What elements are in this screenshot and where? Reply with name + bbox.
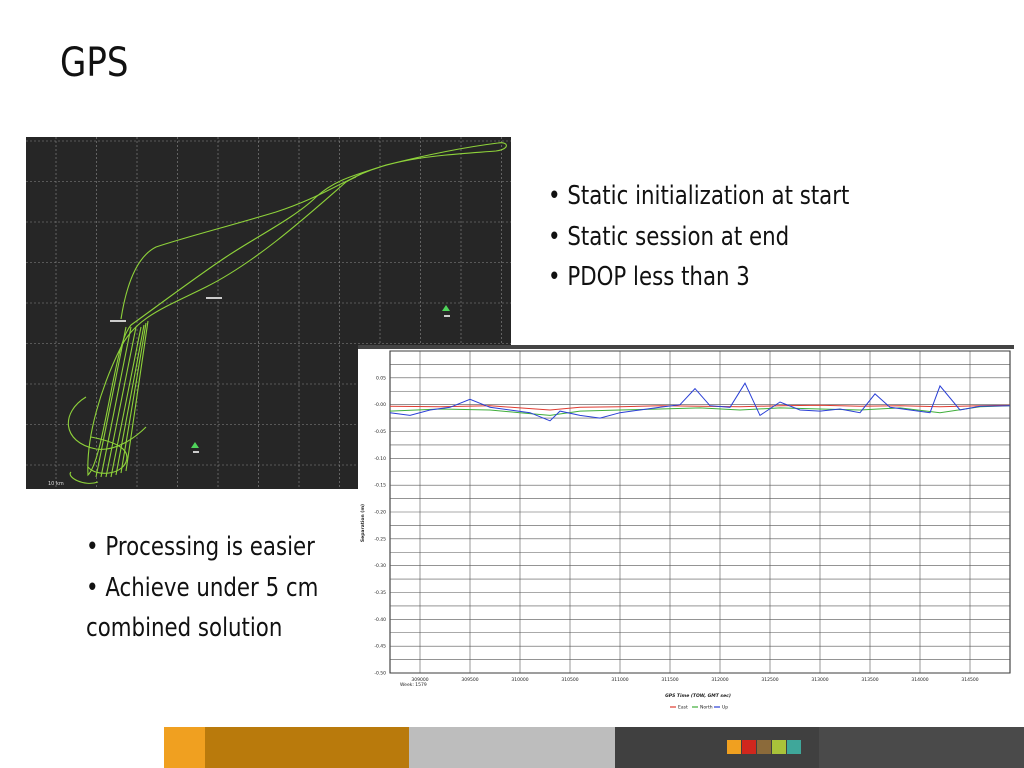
- legend-label: East: [678, 705, 688, 711]
- y-tick-label: -0.40: [374, 617, 386, 623]
- x-axis-label: GPS Time (TOW, GMT sec): [665, 693, 731, 699]
- footer-segment: [164, 727, 205, 768]
- bullet-item: • Static initialization at start: [548, 181, 850, 211]
- footer-segment: [205, 727, 409, 768]
- x-week-label: Week: 1579: [400, 682, 427, 688]
- y-tick-label: -0.35: [374, 590, 386, 596]
- footer-swatch: [787, 740, 801, 754]
- ground-station-marker: [191, 442, 199, 448]
- footer-swatch: [727, 740, 741, 754]
- y-tick-label: -0.00: [374, 402, 386, 408]
- footer-color-bar: [0, 727, 1024, 768]
- bullet-item: • Achieve under 5 cm: [86, 572, 319, 603]
- footer-swatch: [757, 740, 771, 754]
- x-tick-label: 309500: [461, 677, 478, 683]
- x-tick-label: 313000: [811, 677, 828, 683]
- ground-station-marker: [442, 305, 450, 311]
- footer-swatch: [742, 740, 756, 754]
- legend-label: Up: [722, 705, 728, 711]
- slide-title: GPS: [60, 40, 129, 86]
- y-tick-label: -0.05: [374, 429, 386, 435]
- separation-plot-svg: 0.05 -0.00 -0.05 -0.10 -0.15 -0.20 -0.25 -0.30 -…: [358, 345, 1014, 715]
- bullets-right: • Static initialization at start • Stati…: [548, 176, 849, 298]
- y-tick-label: -0.45: [374, 644, 386, 650]
- map-scale-label: 10 km: [48, 481, 64, 487]
- y-tick-label: -0.10: [374, 456, 386, 462]
- x-tick-label: 314500: [961, 677, 978, 683]
- y-tick-label: -0.15: [374, 483, 386, 489]
- bullet-item: combined solution: [86, 613, 283, 643]
- y-tick-label: -0.50: [374, 671, 386, 677]
- x-tick-label: 310000: [511, 677, 528, 683]
- footer-segment: [409, 727, 615, 768]
- separation-plot: 0.05 -0.00 -0.05 -0.10 -0.15 -0.20 -0.25 -0.30 -…: [358, 345, 1014, 715]
- legend-label: North: [700, 705, 713, 711]
- y-tick-label: -0.25: [374, 536, 386, 542]
- x-tick-label: 314000: [911, 677, 928, 683]
- bullet-item: • Static session at end: [548, 221, 790, 252]
- bullet-item: • PDOP less than 3: [548, 262, 750, 292]
- y-axis-label: Separation (m): [360, 504, 366, 542]
- x-tick-label: 312000: [711, 677, 728, 683]
- x-tick-label: 313500: [861, 677, 878, 683]
- footer-segment: [819, 727, 1024, 768]
- x-tick-label: 311500: [661, 677, 678, 683]
- y-tick-label: -0.30: [374, 563, 386, 569]
- bullets-left: • Processing is easier • Achieve under 5…: [86, 527, 318, 649]
- x-tick-label: 311000: [611, 677, 628, 683]
- y-tick-label: -0.20: [374, 510, 386, 516]
- x-tick-label: 310500: [561, 677, 578, 683]
- x-tick-label: 312500: [761, 677, 778, 683]
- y-tick-label: 0.05: [376, 375, 386, 381]
- footer-swatch: [772, 740, 786, 754]
- bullet-item: • Processing is easier: [86, 532, 315, 562]
